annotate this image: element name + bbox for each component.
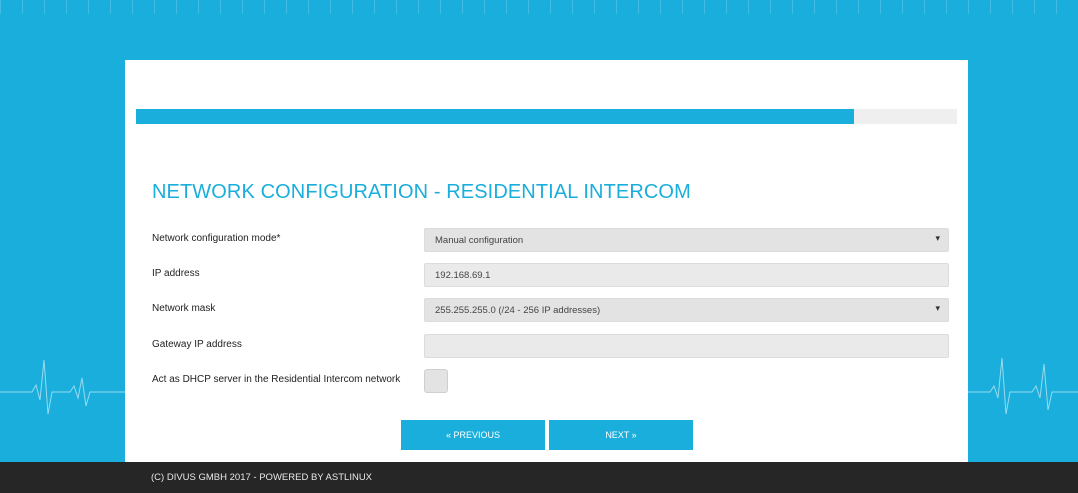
wizard-card: NETWORK CONFIGURATION - RESIDENTIAL INTE… — [125, 60, 968, 462]
form-row-gateway: Gateway IP address — [125, 334, 968, 358]
ip-address-input[interactable]: 192.168.69.1 — [424, 263, 949, 287]
gateway-ip-input[interactable] — [424, 334, 949, 358]
dhcp-server-checkbox[interactable] — [424, 369, 448, 393]
mode-select[interactable]: Manual configuration ▾ — [424, 228, 949, 252]
chevron-down-icon: ▾ — [935, 303, 940, 313]
footer-copyright: (C) DIVUS GMBH 2017 - POWERED BY ASTLINU… — [151, 472, 373, 483]
ecg-heartbeat-icon — [0, 359, 125, 415]
next-button[interactable]: NEXT » — [549, 420, 693, 450]
mask-label: Network mask — [152, 303, 216, 314]
ip-label: IP address — [152, 268, 200, 279]
progress-bar-fill — [136, 109, 855, 124]
mode-select-value: Manual configuration — [435, 235, 524, 246]
ecg-heartbeat-icon — [968, 357, 1078, 415]
network-mask-value: 255.255.255.0 (/24 - 256 IP addresses) — [435, 305, 601, 316]
footer: (C) DIVUS GMBH 2017 - POWERED BY ASTLINU… — [0, 462, 1078, 493]
previous-button[interactable]: « PREVIOUS — [401, 420, 545, 450]
background-tick-strip — [0, 0, 1078, 14]
form-row-mode: Network configuration mode* Manual confi… — [125, 228, 968, 252]
form-row-dhcp: Act as DHCP server in the Residential In… — [125, 369, 968, 393]
form-row-mask: Network mask 255.255.255.0 (/24 - 256 IP… — [125, 298, 968, 322]
chevron-down-icon: ▾ — [935, 233, 940, 243]
page-title: NETWORK CONFIGURATION - RESIDENTIAL INTE… — [152, 181, 691, 203]
gateway-label: Gateway IP address — [152, 339, 242, 350]
dhcp-label: Act as DHCP server in the Residential In… — [152, 374, 401, 385]
network-mask-select[interactable]: 255.255.255.0 (/24 - 256 IP addresses) ▾ — [424, 298, 949, 322]
progress-bar — [136, 109, 957, 124]
form-row-ip: IP address 192.168.69.1 — [125, 263, 968, 287]
mode-label: Network configuration mode* — [152, 233, 281, 244]
ip-address-value: 192.168.69.1 — [435, 270, 491, 281]
